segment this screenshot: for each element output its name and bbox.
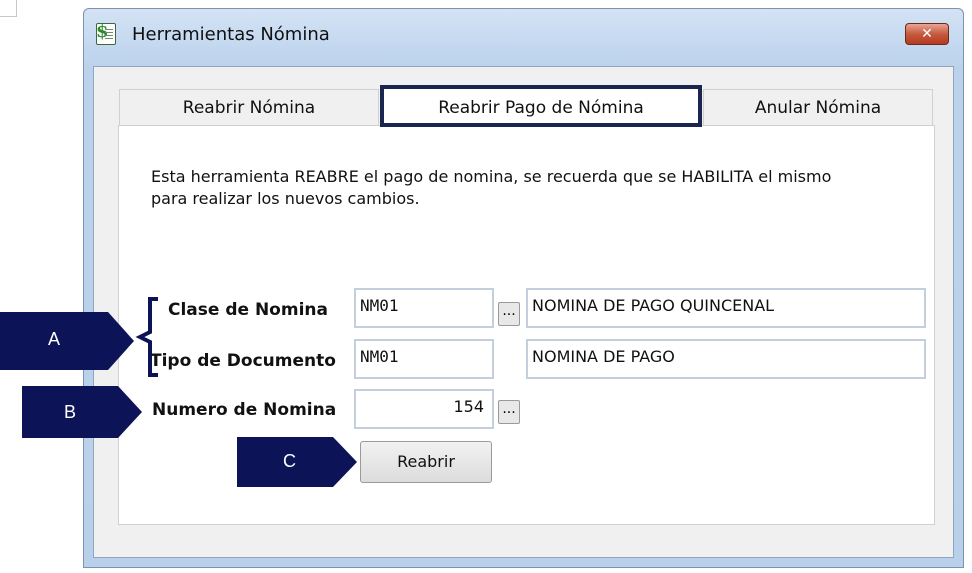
callout-c: C bbox=[237, 437, 357, 487]
clase-nomina-description-field: NOMINA DE PAGO QUINCENAL bbox=[526, 288, 926, 328]
callout-c-label: C bbox=[283, 451, 296, 471]
numero-nomina-field[interactable]: 154 bbox=[354, 389, 494, 429]
numero-nomina-browse-button[interactable]: ... bbox=[498, 400, 520, 424]
callout-b-label: B bbox=[64, 402, 77, 422]
window-title: Herramientas Nómina bbox=[132, 24, 330, 45]
tab-reabrir-pago-nomina[interactable]: Reabrir Pago de Nómina bbox=[380, 85, 702, 127]
reabrir-button[interactable]: Reabrir bbox=[360, 441, 492, 483]
callout-a: A bbox=[0, 312, 134, 370]
corner-box bbox=[0, 0, 17, 17]
tab-reabrir-nomina[interactable]: Reabrir Nómina bbox=[119, 89, 379, 125]
tipo-documento-code-field[interactable]: NM01 bbox=[354, 339, 494, 379]
callout-b: B bbox=[22, 386, 142, 438]
tipo-documento-label: Tipo de Documento bbox=[150, 351, 336, 371]
bracket-annotation bbox=[135, 297, 158, 377]
title-bar: $ Herramientas Nómina ✕ bbox=[84, 9, 963, 61]
tab-anular-nomina[interactable]: Anular Nómina bbox=[703, 89, 933, 125]
clase-nomina-code-field[interactable]: NM01 bbox=[354, 288, 494, 328]
clase-nomina-browse-button[interactable]: ... bbox=[498, 302, 520, 326]
tipo-documento-description-field: NOMINA DE PAGO bbox=[526, 339, 926, 379]
clase-nomina-label: Clase de Nomina bbox=[168, 300, 328, 320]
callout-a-label: A bbox=[48, 329, 61, 349]
tool-description: Esta herramienta REABRE el pago de nomin… bbox=[151, 167, 832, 208]
close-button[interactable]: ✕ bbox=[905, 23, 949, 45]
payroll-app-icon: $ bbox=[96, 21, 116, 45]
numero-nomina-label: Numero de Nomina bbox=[152, 400, 337, 420]
